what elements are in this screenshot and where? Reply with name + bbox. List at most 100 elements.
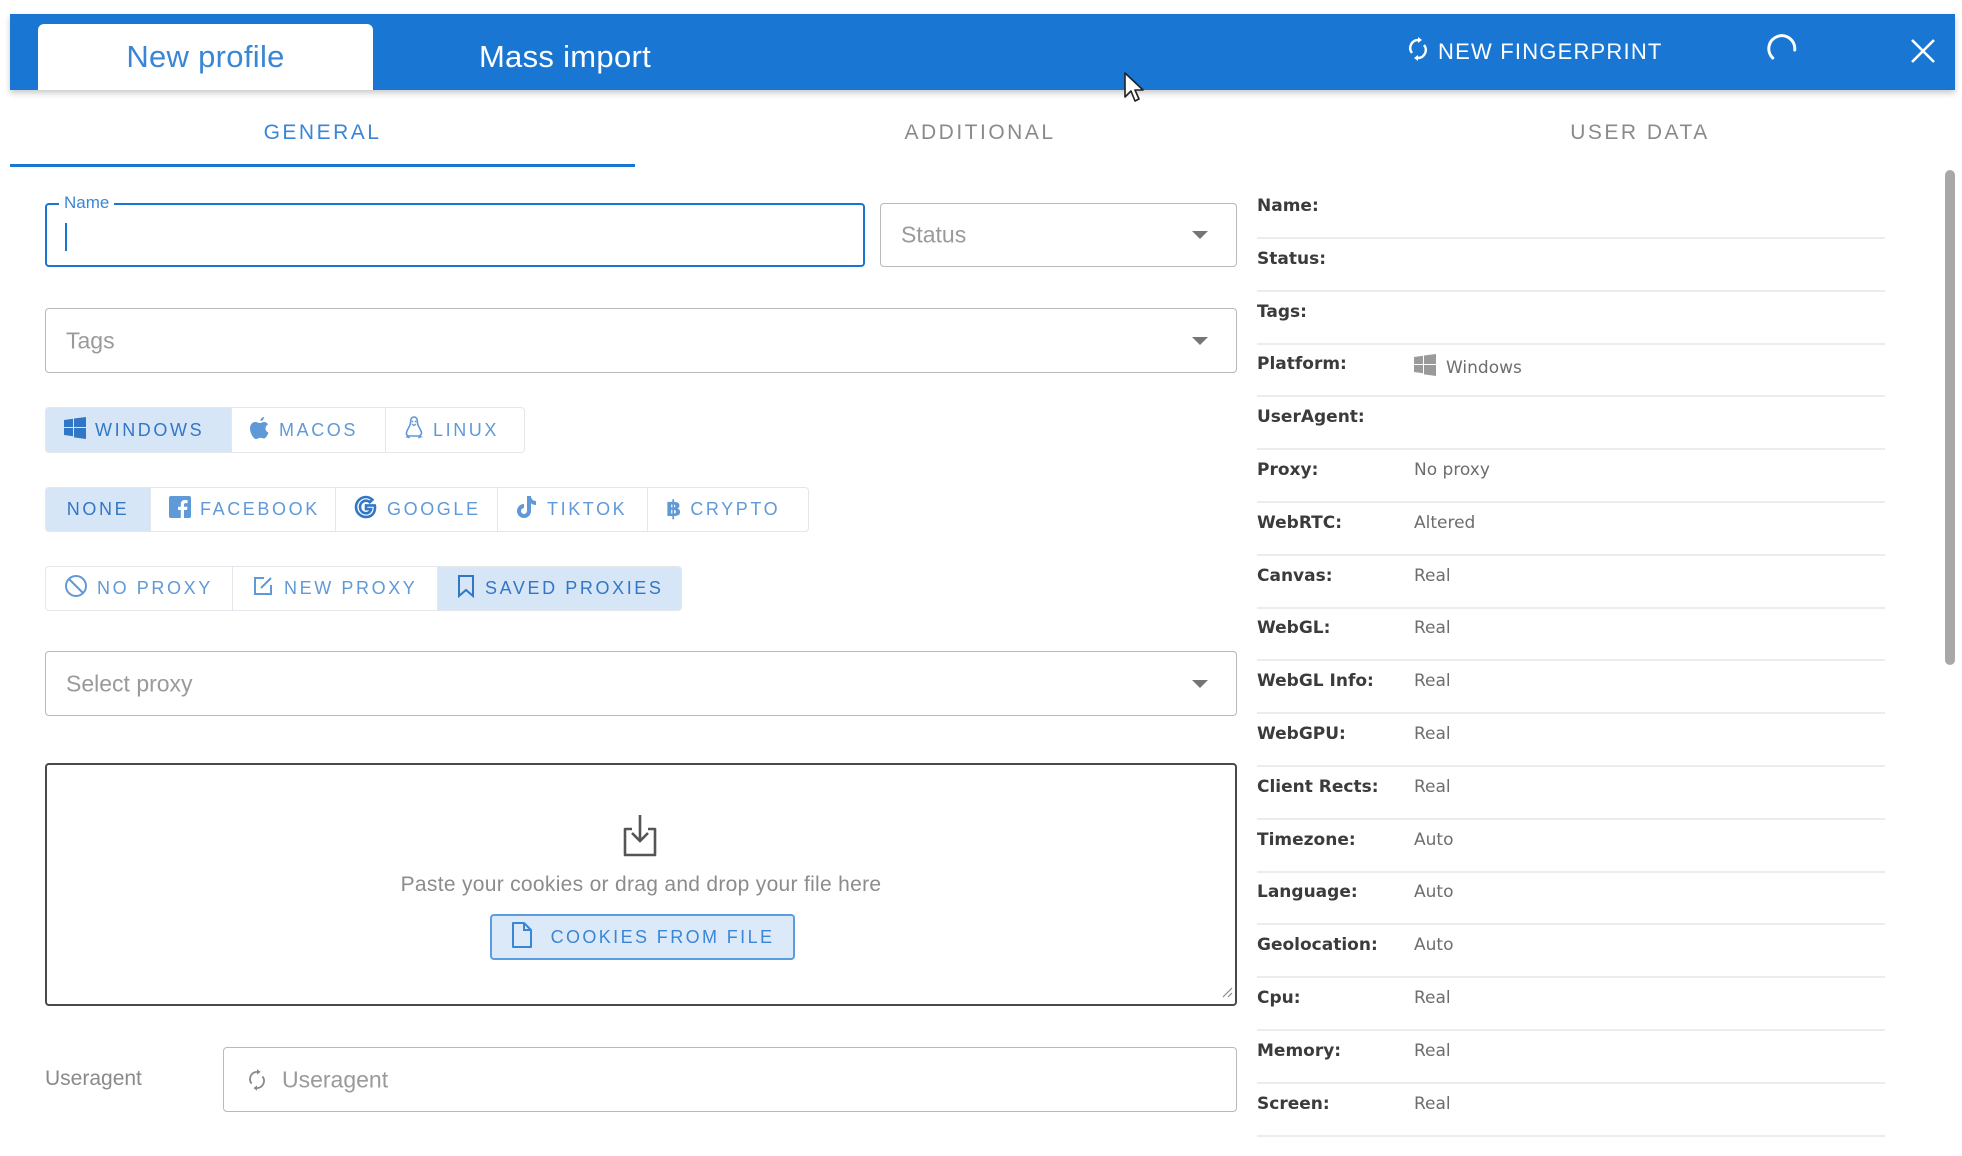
cookies-from-file-button[interactable]: COOKIES FROM FILE: [490, 914, 795, 960]
tab-additional[interactable]: ADDITIONAL: [650, 100, 1310, 166]
close-icon[interactable]: [1908, 36, 1938, 66]
bitcoin-icon: ฿: [666, 497, 682, 522]
summary-row: Name:: [1257, 186, 1885, 239]
summary-value-text: Auto: [1414, 882, 1454, 903]
section-tabs: GENERAL ADDITIONAL USER DATA: [10, 100, 1945, 168]
resize-handle-icon[interactable]: [1221, 983, 1233, 1002]
summary-value: Real: [1414, 618, 1451, 638]
summary-row: WebGL: Real: [1257, 608, 1885, 662]
facebook-icon: [169, 496, 191, 523]
summary-value: Auto: [1414, 935, 1453, 955]
refresh-useragent-icon[interactable]: [248, 1068, 266, 1096]
linux-icon: [404, 415, 424, 445]
summary-value: No proxy: [1414, 460, 1490, 480]
site-option-tiktok[interactable]: TIKTOK: [498, 488, 648, 531]
os-option-label: MACOS: [279, 419, 359, 440]
proxy-option-new-proxy[interactable]: NEW PROXY: [233, 567, 438, 610]
site-toggle-group: NONE FACEBOOK GOOGLE TIKTOK ฿ CRYPTO: [45, 487, 809, 532]
scrollbar[interactable]: [1945, 170, 1955, 665]
proxy-option-no-proxy[interactable]: NO PROXY: [46, 567, 233, 610]
bookmark-icon: [456, 574, 476, 603]
summary-value-text: Real: [1414, 618, 1451, 639]
summary-row: Tags:: [1257, 292, 1885, 345]
proxy-option-label: SAVED PROXIES: [485, 578, 664, 598]
tab-mass-import[interactable]: Mass import: [400, 24, 730, 90]
summary-value-text: Auto: [1414, 829, 1454, 850]
summary-row: Canvas: Real: [1257, 556, 1885, 609]
summary-label: Canvas:: [1257, 565, 1333, 586]
cookies-from-file-label: COOKIES FROM FILE: [550, 926, 775, 947]
useragent-input[interactable]: Useragent: [223, 1047, 1237, 1112]
summary-label: Status:: [1257, 248, 1326, 269]
status-placeholder: Status: [901, 221, 967, 248]
tab-user-data[interactable]: USER DATA: [1310, 100, 1962, 166]
site-option-facebook[interactable]: FACEBOOK: [151, 488, 336, 531]
tab-new-profile[interactable]: New profile: [38, 24, 373, 90]
summary-value: Real: [1414, 1041, 1451, 1061]
useragent-placeholder: Useragent: [282, 1066, 389, 1092]
summary-row: WebGL Info: Real: [1257, 661, 1885, 715]
os-option-label: WINDOWS: [95, 419, 205, 440]
edit-icon: [251, 574, 275, 603]
windows-icon: [1414, 354, 1436, 381]
new-fingerprint-button[interactable]: NEW FINGERPRINT: [1408, 28, 1663, 76]
summary-label: Screen:: [1257, 1093, 1330, 1114]
site-option-label: TIKTOK: [547, 499, 628, 519]
summary-value: Windows: [1414, 354, 1522, 381]
summary-value: Real: [1414, 1094, 1451, 1114]
site-option-label: FACEBOOK: [200, 499, 320, 519]
os-option-windows[interactable]: WINDOWS: [46, 408, 232, 452]
summary-value-text: Auto: [1414, 935, 1454, 956]
summary-label: Client Rects:: [1257, 776, 1379, 797]
os-option-label: LINUX: [433, 419, 500, 440]
summary-label: Geolocation:: [1257, 935, 1378, 956]
active-tab-indicator: [10, 164, 635, 167]
summary-value: Real: [1414, 724, 1451, 744]
summary-label: Tags:: [1257, 301, 1307, 322]
os-option-linux[interactable]: LINUX: [386, 408, 524, 452]
tags-select[interactable]: Tags: [45, 308, 1237, 373]
summary-row: Proxy: No proxy: [1257, 450, 1885, 503]
summary-row: Language: Auto: [1257, 872, 1885, 926]
new-fingerprint-label: NEW FINGERPRINT: [1438, 39, 1663, 64]
tab-general[interactable]: GENERAL: [10, 100, 635, 166]
summary-value-text: No proxy: [1414, 460, 1490, 480]
summary-row: UserAgent:: [1257, 397, 1885, 451]
summary-row: Cpu: Real: [1257, 978, 1885, 1031]
proxy-option-label: NEW PROXY: [284, 578, 418, 598]
summary-label: WebGL Info:: [1257, 671, 1374, 692]
summary-value: Real: [1414, 566, 1451, 586]
cookies-hint: Paste your cookies or drag and drop your…: [400, 873, 882, 896]
site-option-label: CRYPTO: [690, 499, 781, 519]
tags-placeholder: Tags: [66, 327, 115, 353]
summary-value-text: Real: [1414, 988, 1451, 1008]
summary-label: UserAgent:: [1257, 407, 1365, 428]
proxy-option-label: NO PROXY: [97, 578, 213, 598]
site-option-label: GOOGLE: [387, 499, 481, 519]
summary-row: Memory: Real: [1257, 1031, 1885, 1084]
block-icon: [64, 574, 88, 603]
os-option-macos[interactable]: MACOS: [232, 408, 386, 452]
select-proxy-placeholder: Select proxy: [66, 670, 193, 696]
summary-value-text: Real: [1414, 565, 1451, 586]
import-icon: [621, 813, 659, 863]
summary-value-text: Windows: [1446, 357, 1522, 378]
site-option-none[interactable]: NONE: [46, 488, 151, 531]
cookies-textarea[interactable]: Paste your cookies or drag and drop your…: [45, 763, 1237, 1006]
dropdown-arrow-icon: [1192, 336, 1208, 345]
dropdown-arrow-icon: [1192, 231, 1208, 239]
summary-label: WebGPU:: [1257, 724, 1346, 744]
status-select[interactable]: Status: [880, 203, 1237, 267]
refresh-icon: [1408, 37, 1428, 67]
google-icon: [354, 495, 378, 524]
proxy-option-saved-proxies[interactable]: SAVED PROXIES: [438, 567, 681, 610]
tiktok-icon: [516, 495, 538, 524]
name-input[interactable]: Name: [45, 193, 865, 267]
summary-value-text: Real: [1414, 1093, 1451, 1114]
site-option-crypto[interactable]: ฿ CRYPTO: [648, 488, 808, 531]
select-proxy-dropdown[interactable]: Select proxy: [45, 651, 1237, 716]
summary-value: Real: [1414, 671, 1451, 691]
site-option-google[interactable]: GOOGLE: [336, 488, 498, 531]
summary-row: WebGPU: Real: [1257, 714, 1885, 767]
summary-value: Auto: [1414, 882, 1453, 902]
